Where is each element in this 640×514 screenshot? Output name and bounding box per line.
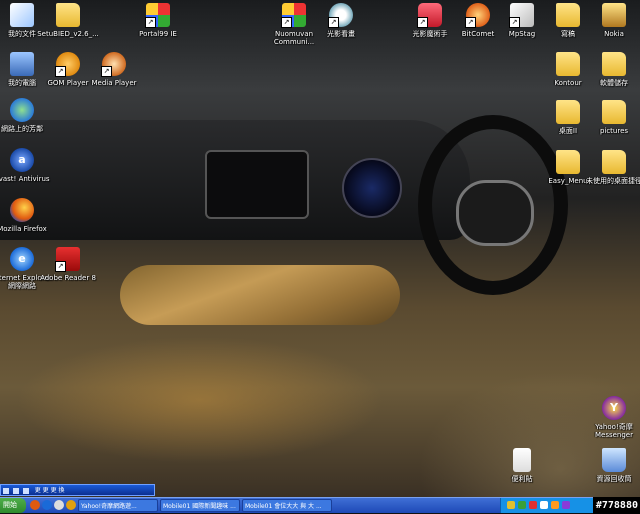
play-icon[interactable] — [3, 487, 9, 494]
media-player-icon: ↗ — [101, 52, 126, 77]
pause-icon[interactable] — [12, 487, 19, 494]
desktop-icon-adobe-reader[interactable]: ↗ Adobe Reader 8 — [36, 247, 100, 282]
shortcut-arrow-icon: ↗ — [101, 66, 112, 77]
shortcut-arrow-icon: ↗ — [55, 66, 66, 77]
icon-label: Adobe Reader 8 — [40, 274, 96, 282]
stop-icon[interactable] — [22, 487, 29, 494]
icon-label: 資源回收筒 — [596, 475, 632, 483]
desktop-wallpaper: 我的文件 SetuBIED_v2.6_... ↗ Portal99 IE ↗ N… — [0, 0, 640, 497]
tray-icon[interactable] — [540, 501, 548, 509]
tray-icon[interactable] — [562, 501, 570, 509]
icon-label: Media Player — [91, 79, 137, 87]
folder-icon — [556, 52, 580, 76]
tag-editor-icon: ↗ — [509, 3, 534, 28]
desktop-icon-yahoo-messenger[interactable]: Y Yahoo!奇摩 Messenger — [582, 396, 640, 439]
network-icon — [10, 98, 34, 122]
yahoo-messenger-icon: Y — [602, 396, 626, 420]
icon-label: SetuBIED_v2.6_... — [37, 30, 99, 38]
nokia-icon — [602, 3, 626, 27]
ie-icon: e — [10, 247, 34, 271]
desktop-icon-portal[interactable]: ↗ Portal99 IE — [126, 3, 190, 38]
folder-icon — [56, 3, 80, 27]
desktop-icon-guangying-kanhua[interactable]: ↗ 光影看畫 — [309, 3, 373, 38]
icon-label: avast! Antivirus — [0, 175, 50, 183]
system-tray: #778880 — [500, 497, 640, 514]
desktop-icon-network[interactable]: 網路上的芳鄰 — [0, 98, 54, 133]
gom-player-icon: ↗ — [55, 52, 80, 77]
wallpaper-steering-hub — [456, 180, 534, 246]
pdf-icon: ↗ — [55, 247, 80, 272]
task-button-yahoo[interactable]: Yahoo!奇摩網路遊... — [78, 499, 158, 512]
icon-label: 未使用的桌面捷徑 — [586, 177, 640, 185]
taskbar: 開始 Yahoo!奇摩網路遊... Mobile01 國際新聞趣味 ... Mo… — [0, 497, 640, 514]
desktop-icon-pictures[interactable]: pictures — [582, 100, 640, 135]
notepad-icon — [513, 448, 531, 472]
desktop-icon-recycle-bin[interactable]: 資源回收筒 — [582, 448, 640, 483]
shortcut-arrow-icon: ↗ — [417, 17, 428, 28]
avast-icon: a — [10, 148, 34, 172]
folder-icon — [602, 100, 626, 124]
shortcut-arrow-icon: ↗ — [509, 17, 520, 28]
icon-label: Portal99 IE — [139, 30, 177, 38]
quicklaunch-desktop-icon[interactable] — [54, 500, 64, 510]
tray-icon[interactable] — [518, 501, 526, 509]
icon-label: Mozilla Firefox — [0, 225, 47, 233]
shortcut-arrow-icon: ↗ — [328, 17, 339, 28]
desktop-icon-nokia[interactable]: Nokia — [582, 3, 640, 38]
icon-label: Yahoo!奇摩 Messenger — [594, 423, 633, 439]
folder-icon — [602, 150, 626, 174]
icon-label: 光影看畫 — [327, 30, 355, 38]
icon-label: 軟體儲存 — [600, 79, 628, 87]
quicklaunch-media-icon[interactable] — [66, 500, 76, 510]
documents-icon — [10, 3, 34, 27]
icon-label: pictures — [599, 127, 629, 135]
icon-label: Nokia — [604, 30, 624, 38]
media-player-bar[interactable]: 更 更 更 換 — [0, 484, 155, 496]
tray-icon[interactable] — [529, 501, 537, 509]
tray-icon[interactable] — [507, 501, 515, 509]
tray-icon[interactable] — [551, 501, 559, 509]
clock[interactable]: #778880 — [592, 497, 640, 514]
desktop-icon-folder-tr2[interactable]: 軟體儲存 — [582, 52, 640, 87]
desktop-icon-notepad[interactable]: 便利貼 — [490, 448, 554, 483]
desktop-icon-setup-file[interactable]: SetuBIED_v2.6_... — [36, 3, 100, 38]
folder-icon — [556, 3, 580, 27]
folder-icon — [602, 52, 626, 76]
shortcut-arrow-icon: ↗ — [465, 17, 476, 28]
desktop-icon-avast[interactable]: a avast! Antivirus — [0, 148, 54, 183]
task-button-mobile01-news[interactable]: Mobile01 國際新聞趣味 ... — [160, 499, 240, 512]
portal-icon: ↗ — [145, 3, 170, 28]
wallpaper-center-console — [205, 150, 309, 219]
icon-label: 網路上的芳鄰 — [1, 125, 43, 133]
bitcomet-icon: ↗ — [465, 3, 490, 28]
nuomuvan-icon: ↗ — [281, 3, 306, 28]
quicklaunch-firefox-icon[interactable] — [30, 500, 40, 510]
wallpaper-speedometer — [342, 158, 402, 218]
start-button[interactable]: 開始 — [0, 498, 26, 513]
task-button-mobile01-forum[interactable]: Mobile01 會位大大 與 大 ... — [242, 499, 332, 512]
shortcut-arrow-icon: ↗ — [145, 17, 156, 28]
desktop-icon-firefox[interactable]: Mozilla Firefox — [0, 198, 54, 233]
folder-icon — [556, 100, 580, 124]
wallpaper-wood-trim — [120, 265, 400, 325]
shortcut-arrow-icon: ↗ — [55, 261, 66, 272]
firefox-icon — [10, 198, 34, 222]
photo-editor-icon: ↗ — [417, 3, 442, 28]
computer-icon — [10, 52, 34, 76]
desktop-icon-unused-shortcuts[interactable]: 未使用的桌面捷徑 — [582, 150, 640, 185]
recycle-bin-icon — [602, 448, 626, 472]
image-viewer-icon: ↗ — [328, 3, 353, 28]
media-title: 更 更 更 換 — [34, 487, 65, 494]
icon-label: 便利貼 — [511, 475, 533, 483]
folder-icon — [556, 150, 580, 174]
desktop-icon-media-player[interactable]: ↗ Media Player — [82, 52, 146, 87]
shortcut-arrow-icon: ↗ — [281, 17, 292, 28]
quicklaunch-ie-icon[interactable] — [42, 500, 52, 510]
